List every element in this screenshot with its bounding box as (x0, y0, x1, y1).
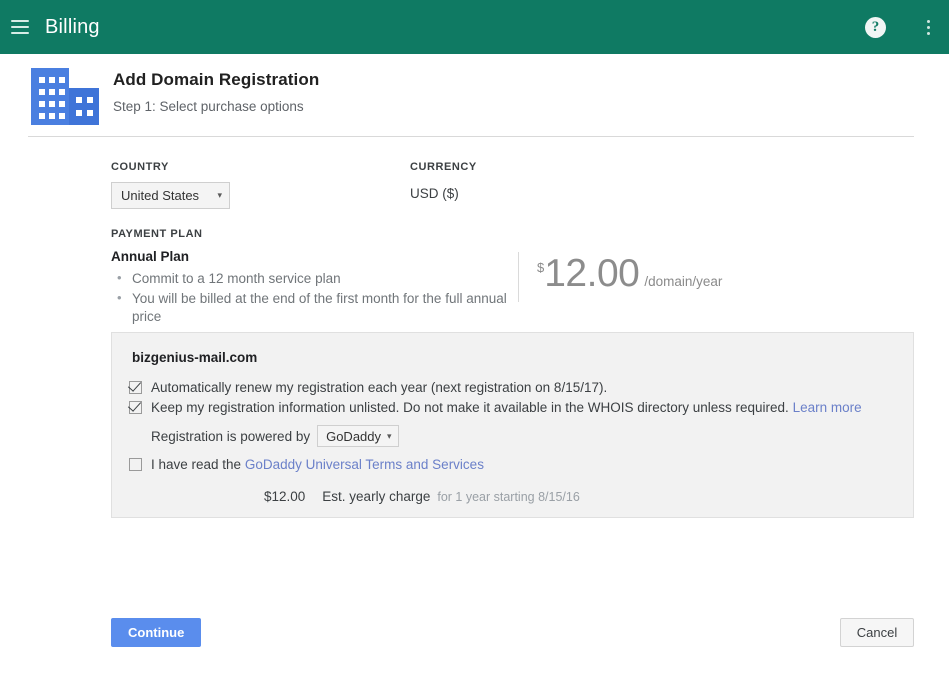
privacy-checkbox[interactable] (129, 401, 142, 414)
charge-label: Est. yearly charge (322, 489, 431, 504)
currency-label: CURRENCY (410, 161, 477, 173)
charge-note: for 1 year starting 8/15/16 (437, 490, 580, 504)
payment-plan-name: Annual Plan (111, 249, 190, 264)
list-item: Commit to a 12 month service plan (111, 269, 511, 288)
continue-button[interactable]: Continue (111, 618, 202, 647)
price-unit: /domain/year (644, 274, 723, 289)
office-building-icon (31, 68, 99, 125)
auto-renew-checkbox[interactable] (129, 381, 142, 394)
terms-checkbox[interactable] (129, 458, 142, 471)
payment-plan-label: PAYMENT PLAN (111, 228, 203, 240)
learn-more-link[interactable]: Learn more (793, 400, 862, 415)
kebab-menu-icon[interactable] (926, 19, 930, 35)
currency-value: USD ($) (410, 186, 459, 201)
chevron-down-icon: ▾ (387, 430, 392, 441)
powered-by-row: Registration is powered by GoDaddy ▾ (112, 425, 913, 447)
privacy-option[interactable]: Keep my registration information unliste… (112, 399, 913, 416)
cancel-button[interactable]: Cancel (840, 618, 914, 647)
registrar-select-value: GoDaddy (326, 428, 382, 444)
price-display: $ 12.00 /domain/year (537, 252, 722, 296)
app-bar-title: Billing (45, 15, 100, 38)
domain-name: bizgenius-mail.com (132, 350, 258, 365)
terms-label-group: I have read the GoDaddy Universal Terms … (151, 456, 484, 473)
country-select[interactable]: United States ▾ (111, 182, 230, 209)
currency-field: CURRENCY USD ($) (410, 161, 477, 201)
app-bar: Billing ? (0, 0, 949, 54)
payment-plan-section: PAYMENT PLAN Annual Plan Commit to a 12 … (111, 228, 511, 328)
help-icon[interactable]: ? (865, 16, 886, 38)
country-field: COUNTRY United States ▾ (111, 161, 230, 209)
header-divider (28, 136, 914, 137)
powered-by-label: Registration is powered by (151, 428, 311, 444)
country-label: COUNTRY (111, 161, 169, 173)
price-divider (518, 252, 519, 302)
billing-page: Billing ? Add Domain Registration Step 1… (0, 0, 949, 675)
terms-link[interactable]: GoDaddy Universal Terms and Services (245, 457, 484, 472)
page-header: Add Domain Registration Step 1: Select p… (31, 68, 319, 125)
domain-options-card: bizgenius-mail.com Automatically renew m… (111, 332, 914, 518)
privacy-label-group: Keep my registration information unliste… (151, 399, 862, 416)
estimated-charge-row: $12.00 Est. yearly charge for 1 year sta… (112, 489, 913, 504)
chevron-down-icon: ▾ (217, 190, 222, 200)
terms-label: I have read the (151, 457, 242, 472)
price-amount: 12.00 (544, 252, 640, 295)
price-currency-symbol: $ (537, 260, 545, 275)
auto-renew-option[interactable]: Automatically renew my registration each… (112, 379, 913, 396)
page-title-group: Add Domain Registration Step 1: Select p… (113, 68, 319, 114)
registrar-select[interactable]: GoDaddy ▾ (317, 425, 399, 447)
charge-amount: $12.00 (264, 489, 306, 504)
page-title: Add Domain Registration (113, 70, 320, 89)
payment-plan-bullets: Commit to a 12 month service plan You wi… (111, 269, 511, 326)
page-subtitle: Step 1: Select purchase options (113, 99, 304, 114)
terms-option[interactable]: I have read the GoDaddy Universal Terms … (112, 456, 913, 473)
country-select-value: United States (121, 188, 200, 203)
list-item: You will be billed at the end of the fir… (111, 289, 511, 326)
privacy-label: Keep my registration information unliste… (151, 400, 789, 415)
hamburger-menu-icon[interactable] (11, 20, 29, 34)
auto-renew-label: Automatically renew my registration each… (151, 380, 608, 395)
